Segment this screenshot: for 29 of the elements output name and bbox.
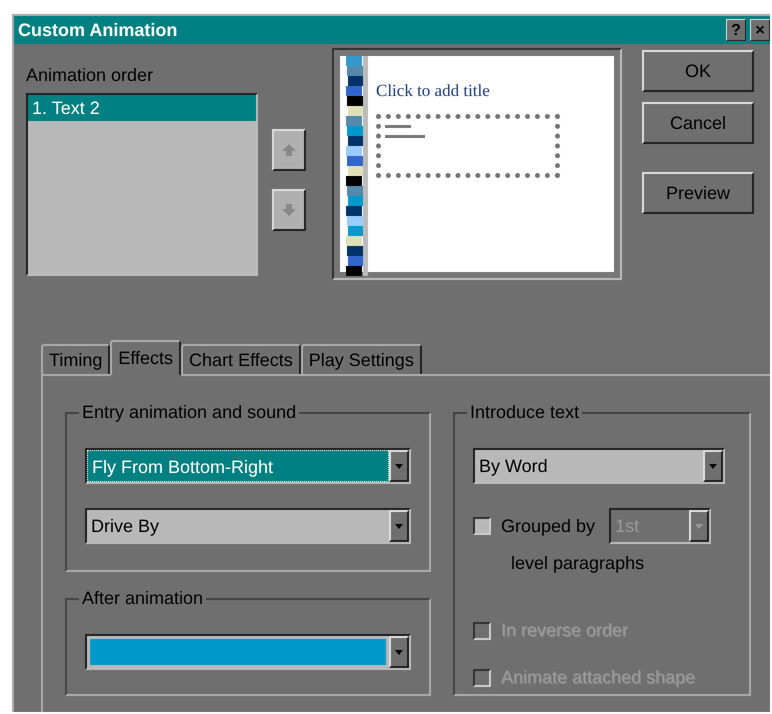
dropdown-arrow-icon <box>695 524 704 528</box>
tab[interactable]: Chart Effects <box>181 344 301 374</box>
move-down-button[interactable] <box>272 189 306 231</box>
dialog-button[interactable]: OK <box>642 50 754 92</box>
slide-title: Click to add title <box>376 80 491 102</box>
text-mode-dropdown[interactable]: By Word <box>473 448 725 484</box>
dialog-button[interactable]: Cancel <box>642 102 754 144</box>
tab[interactable]: Play Settings <box>300 344 422 374</box>
move-up-button[interactable] <box>272 129 306 171</box>
effect-dropdown[interactable]: Fly From Bottom-Right <box>85 448 411 484</box>
dialog-button[interactable]: Preview <box>642 172 754 214</box>
dropdown-arrow-icon <box>395 464 403 468</box>
close-button[interactable]: × <box>750 19 770 41</box>
list-item[interactable]: 1. Text 2 <box>28 95 256 121</box>
checkbox[interactable] <box>473 517 491 535</box>
checkbox-note: level paragraphs <box>511 552 646 575</box>
list-label: Animation order <box>26 64 154 87</box>
down-arrow-icon <box>281 202 297 218</box>
window-title: Custom Animation <box>18 18 178 42</box>
tab[interactable]: Timing <box>41 344 110 374</box>
checkbox-label: Grouped by <box>501 514 596 538</box>
up-arrow-icon <box>281 142 297 158</box>
sound-dropdown[interactable]: Drive By <box>85 508 411 544</box>
dropdown-arrow-icon <box>395 524 403 528</box>
dropdown-arrow-icon <box>395 650 403 654</box>
help-button[interactable]: ? <box>726 19 746 41</box>
dropdown-arrow-icon <box>709 464 717 468</box>
color-dropdown[interactable] <box>85 634 411 670</box>
tab[interactable]: Effects <box>110 340 182 376</box>
